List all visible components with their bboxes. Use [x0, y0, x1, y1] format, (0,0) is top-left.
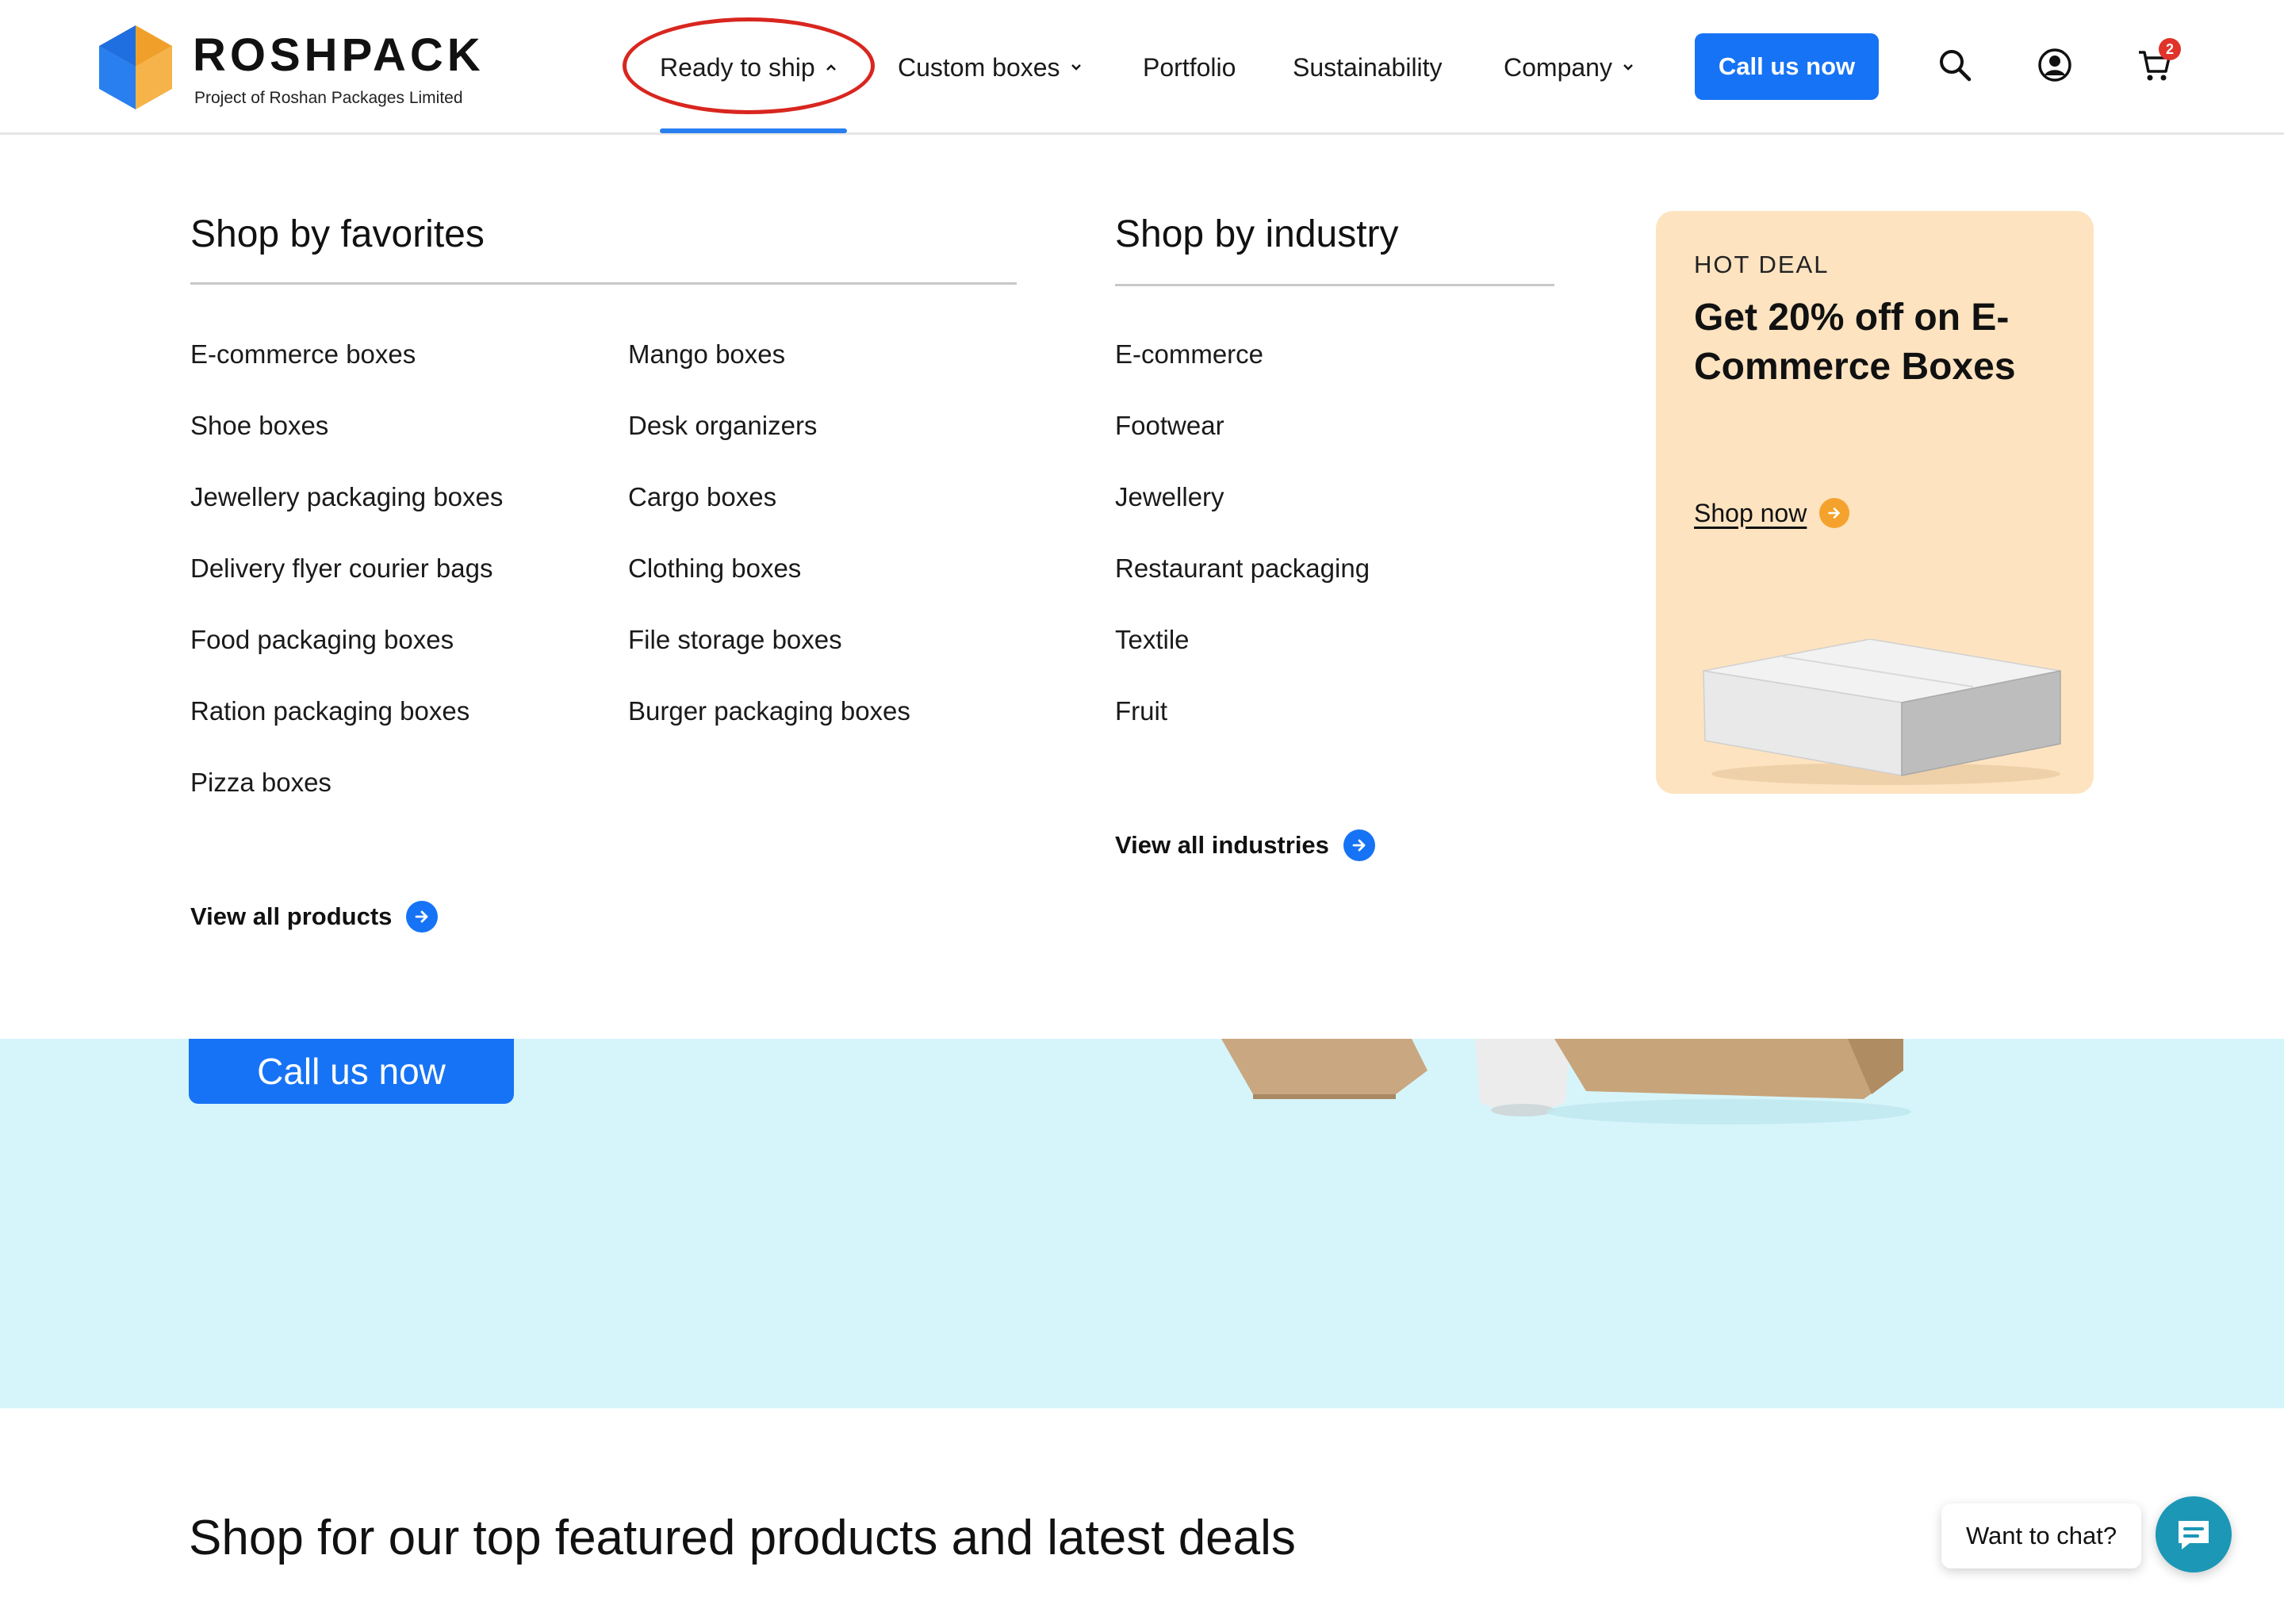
menu-link[interactable]: Ration packaging boxes	[190, 696, 469, 726]
hot-deal-card[interactable]: HOT DEAL Get 20% off on E-Commerce Boxes…	[1656, 211, 2094, 794]
brand-logo[interactable]: ROSHPACK Project of Roshan Packages Limi…	[99, 25, 481, 113]
section-divider	[1115, 284, 1554, 286]
shop-now-link[interactable]: Shop now	[1694, 498, 1850, 528]
brand-tagline: Project of Roshan Packages Limited	[194, 89, 463, 107]
menu-link[interactable]: Burger packaging boxes	[628, 696, 910, 726]
nav-custom-boxes[interactable]: Custom boxes	[898, 48, 1083, 87]
packaging-illustration	[1221, 1039, 1911, 1124]
hero-banner: Call us now	[0, 1039, 2284, 1408]
industry-link[interactable]: Fruit	[1115, 696, 1167, 726]
nav-label: Sustainability	[1293, 52, 1443, 82]
chevron-down-icon	[1071, 64, 1081, 71]
cart-count-badge: 2	[2159, 38, 2181, 60]
chat-prompt[interactable]: Want to chat?	[1941, 1503, 2141, 1568]
view-all-products-link[interactable]: View all products	[190, 901, 439, 933]
deal-tag: HOT DEAL	[1694, 251, 1830, 278]
arrow-right-icon	[1819, 498, 1850, 528]
featured-products-heading: Shop for our top featured products and l…	[189, 1511, 1296, 1565]
view-all-industries-link[interactable]: View all industries	[1115, 829, 1375, 861]
menu-link[interactable]: File storage boxes	[628, 625, 842, 655]
nav-label: Portfolio	[1143, 52, 1236, 82]
nav-sustainability[interactable]: Sustainability	[1293, 48, 1443, 87]
menu-link[interactable]: E-commerce boxes	[190, 339, 416, 370]
call-us-now-button[interactable]: Call us now	[1695, 33, 1879, 100]
menu-link[interactable]: Mango boxes	[628, 339, 785, 370]
menu-link[interactable]: Clothing boxes	[628, 553, 801, 584]
nav-label: Custom boxes	[898, 52, 1060, 82]
menu-link[interactable]: Desk organizers	[628, 411, 817, 441]
chat-button[interactable]	[2156, 1496, 2232, 1572]
cube-logo-icon	[99, 25, 172, 109]
menu-link[interactable]: Cargo boxes	[628, 482, 776, 512]
shop-now-label: Shop now	[1694, 498, 1807, 527]
industry-link[interactable]: E-commerce	[1115, 339, 1263, 370]
view-all-label: View all industries	[1115, 831, 1329, 859]
menu-link[interactable]: Shoe boxes	[190, 411, 328, 441]
menu-link[interactable]: Jewellery packaging boxes	[190, 482, 503, 512]
industry-link[interactable]: Textile	[1115, 625, 1190, 655]
search-icon[interactable]	[1936, 46, 1974, 84]
hero-call-us-now-button[interactable]: Call us now	[189, 1039, 514, 1104]
industry-link[interactable]: Footwear	[1115, 411, 1224, 441]
arrow-right-icon	[406, 901, 439, 933]
arrow-right-icon	[1343, 829, 1375, 861]
site-header: ROSHPACK Project of Roshan Packages Limi…	[0, 0, 2284, 135]
ready-to-ship-mega-menu: Shop by favorites E-commerce boxes Shoe …	[0, 135, 2284, 1039]
white-box-image	[1703, 639, 2061, 785]
menu-link[interactable]: Delivery flyer courier bags	[190, 553, 492, 584]
active-nav-indicator	[660, 128, 847, 133]
section-divider	[190, 282, 1017, 285]
chat-bubble-icon	[2179, 1521, 2209, 1549]
industry-link[interactable]: Jewellery	[1115, 482, 1224, 512]
menu-link[interactable]: Food packaging boxes	[190, 625, 454, 655]
industry-link[interactable]: Restaurant packaging	[1115, 553, 1370, 584]
shop-by-industry-title: Shop by industry	[1115, 213, 1399, 255]
deal-title: Get 20% off on E-Commerce Boxes	[1694, 297, 2016, 388]
shop-by-favorites-title: Shop by favorites	[190, 213, 485, 255]
brand-name: ROSHPACK	[193, 29, 485, 81]
annotation-circle	[623, 17, 875, 114]
nav-company[interactable]: Company	[1504, 48, 1634, 87]
menu-link[interactable]: Pizza boxes	[190, 768, 331, 798]
view-all-label: View all products	[190, 902, 393, 930]
nav-label: Company	[1504, 52, 1612, 82]
account-icon[interactable]	[2036, 46, 2074, 84]
chevron-down-icon	[1623, 64, 1633, 71]
nav-portfolio[interactable]: Portfolio	[1143, 48, 1236, 87]
